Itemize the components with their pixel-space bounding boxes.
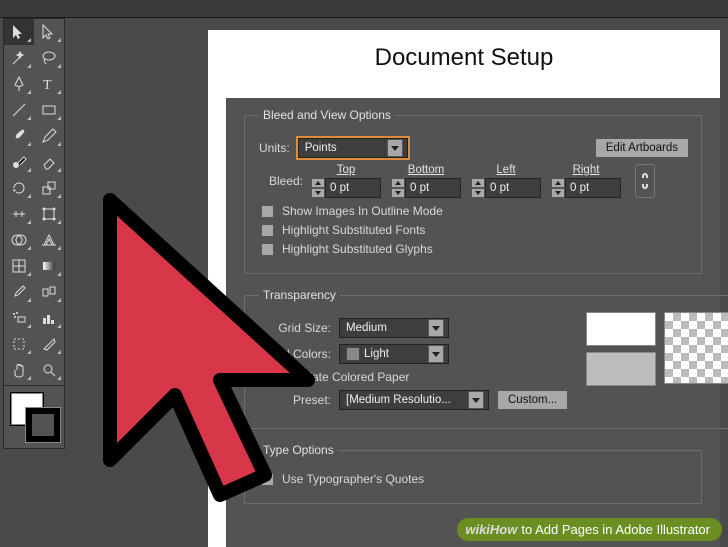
edit-artboards-button[interactable]: Edit Artboards [595, 138, 689, 158]
bleed-view-section: Bleed and View Options Units: Points Edi… [244, 108, 702, 274]
checkbox-icon [261, 243, 274, 256]
bleed-right-header: Right [573, 164, 600, 176]
grid-colors-select[interactable]: Light [339, 344, 449, 364]
type-tool[interactable]: T [34, 71, 64, 97]
grid-size-label: Grid Size: [259, 321, 331, 335]
bleed-legend: Bleed and View Options [259, 108, 395, 122]
lasso-tool[interactable] [34, 45, 64, 71]
bleed-bottom-header: Bottom [408, 164, 444, 176]
gradient-tool[interactable] [34, 253, 64, 279]
pencil-tool[interactable] [34, 123, 64, 149]
bleed-left-header: Left [496, 164, 515, 176]
highlight-fonts-checkbox[interactable]: Highlight Substituted Fonts [261, 223, 689, 237]
chevron-down-icon [468, 391, 484, 409]
type-options-section: Type Options ✓ Use Typographer's Quotes [244, 443, 702, 504]
checkbox-icon [261, 371, 274, 384]
artboard-tool[interactable] [4, 331, 34, 357]
grid-size-select[interactable]: Medium [339, 318, 449, 338]
hand-tool[interactable] [4, 357, 34, 383]
bleed-bottom-field[interactable] [405, 178, 461, 198]
checkbox-icon [261, 224, 274, 237]
checkbox-icon [261, 205, 274, 218]
svg-text:T: T [43, 78, 52, 93]
slice-tool[interactable] [34, 331, 64, 357]
grid-size-value: Medium [346, 322, 424, 334]
scale-tool[interactable] [34, 175, 64, 201]
zoom-tool[interactable] [34, 357, 64, 383]
grid-colors-value: Light [364, 348, 424, 360]
preset-select[interactable]: [Medium Resolutio... [339, 390, 489, 410]
bleed-top-header: Top [337, 164, 356, 176]
transparency-preview [664, 312, 728, 384]
width-tool[interactable] [4, 201, 34, 227]
bleed-left-field[interactable] [485, 178, 541, 198]
bleed-bottom-input[interactable] [391, 178, 461, 198]
color-chip-icon [346, 347, 360, 361]
transparency-section: Transparency Grid Size: Medium Grid Colo… [244, 288, 728, 429]
rotate-tool[interactable] [4, 175, 34, 201]
link-bleed-icon[interactable] [635, 164, 655, 198]
simulate-paper-checkbox[interactable]: Simulate Colored Paper [261, 370, 568, 384]
symbol-sprayer-tool[interactable] [4, 305, 34, 331]
eyedropper-tool[interactable] [4, 279, 34, 305]
wikihow-watermark: wikiHow to Add Pages in Adobe Illustrato… [457, 518, 722, 541]
rectangle-tool[interactable] [34, 97, 64, 123]
eraser-tool[interactable] [34, 149, 64, 175]
line-segment-tool[interactable] [4, 97, 34, 123]
magic-wand-tool[interactable] [4, 45, 34, 71]
chevron-down-icon [428, 345, 444, 363]
bleed-top-field[interactable] [325, 178, 381, 198]
grid-color-dark-swatch[interactable] [586, 352, 656, 386]
document-setup-dialog: Document Setup Bleed and View Options Un… [208, 30, 720, 547]
show-images-outline-label: Show Images In Outline Mode [282, 204, 443, 218]
highlight-fonts-label: Highlight Substituted Fonts [282, 223, 425, 237]
direct-selection-tool[interactable] [34, 19, 64, 45]
chevron-down-icon [387, 139, 403, 157]
mesh-tool[interactable] [4, 253, 34, 279]
units-value: Points [305, 142, 383, 154]
paintbrush-tool[interactable] [4, 123, 34, 149]
typographer-quotes-checkbox[interactable]: ✓ Use Typographer's Quotes [261, 472, 689, 486]
type-legend: Type Options [259, 443, 338, 457]
bleed-label: Bleed: [259, 174, 303, 188]
blob-brush-tool[interactable] [4, 149, 34, 175]
highlight-glyphs-checkbox[interactable]: Highlight Substituted Glyphs [261, 242, 689, 256]
free-transform-tool[interactable] [34, 201, 64, 227]
units-label: Units: [259, 141, 290, 155]
tools-panel: T [3, 18, 65, 449]
fill-stroke-swatches[interactable] [4, 388, 64, 448]
pen-tool[interactable] [4, 71, 34, 97]
checkbox-checked-icon: ✓ [261, 473, 274, 486]
app-chrome-top [0, 0, 728, 18]
blend-tool[interactable] [34, 279, 64, 305]
bleed-top-input[interactable] [311, 178, 381, 198]
show-images-outline-checkbox[interactable]: Show Images In Outline Mode [261, 204, 689, 218]
selection-tool[interactable] [4, 19, 34, 45]
column-graph-tool[interactable] [34, 305, 64, 331]
bleed-left-input[interactable] [471, 178, 541, 198]
shape-builder-tool[interactable] [4, 227, 34, 253]
simulate-paper-label: Simulate Colored Paper [282, 370, 409, 384]
highlight-glyphs-label: Highlight Substituted Glyphs [282, 242, 433, 256]
transparency-legend: Transparency [259, 288, 340, 302]
chevron-down-icon [428, 319, 444, 337]
dialog-body: Bleed and View Options Units: Points Edi… [226, 98, 720, 547]
bleed-right-input[interactable] [551, 178, 621, 198]
watermark-brand: wikiHow [465, 522, 517, 537]
custom-button[interactable]: Custom... [497, 390, 568, 410]
watermark-text: to Add Pages in Adobe Illustrator [521, 522, 710, 537]
dialog-title: Document Setup [208, 30, 720, 90]
grid-colors-label: Grid Colors: [259, 347, 331, 361]
preset-value: [Medium Resolutio... [346, 394, 464, 406]
bleed-right-field[interactable] [565, 178, 621, 198]
stroke-swatch[interactable] [26, 408, 60, 442]
units-select[interactable]: Points [298, 138, 408, 158]
grid-color-light-swatch[interactable] [586, 312, 656, 346]
perspective-grid-tool[interactable] [34, 227, 64, 253]
typographer-quotes-label: Use Typographer's Quotes [282, 472, 424, 486]
preset-label: Preset: [259, 393, 331, 407]
